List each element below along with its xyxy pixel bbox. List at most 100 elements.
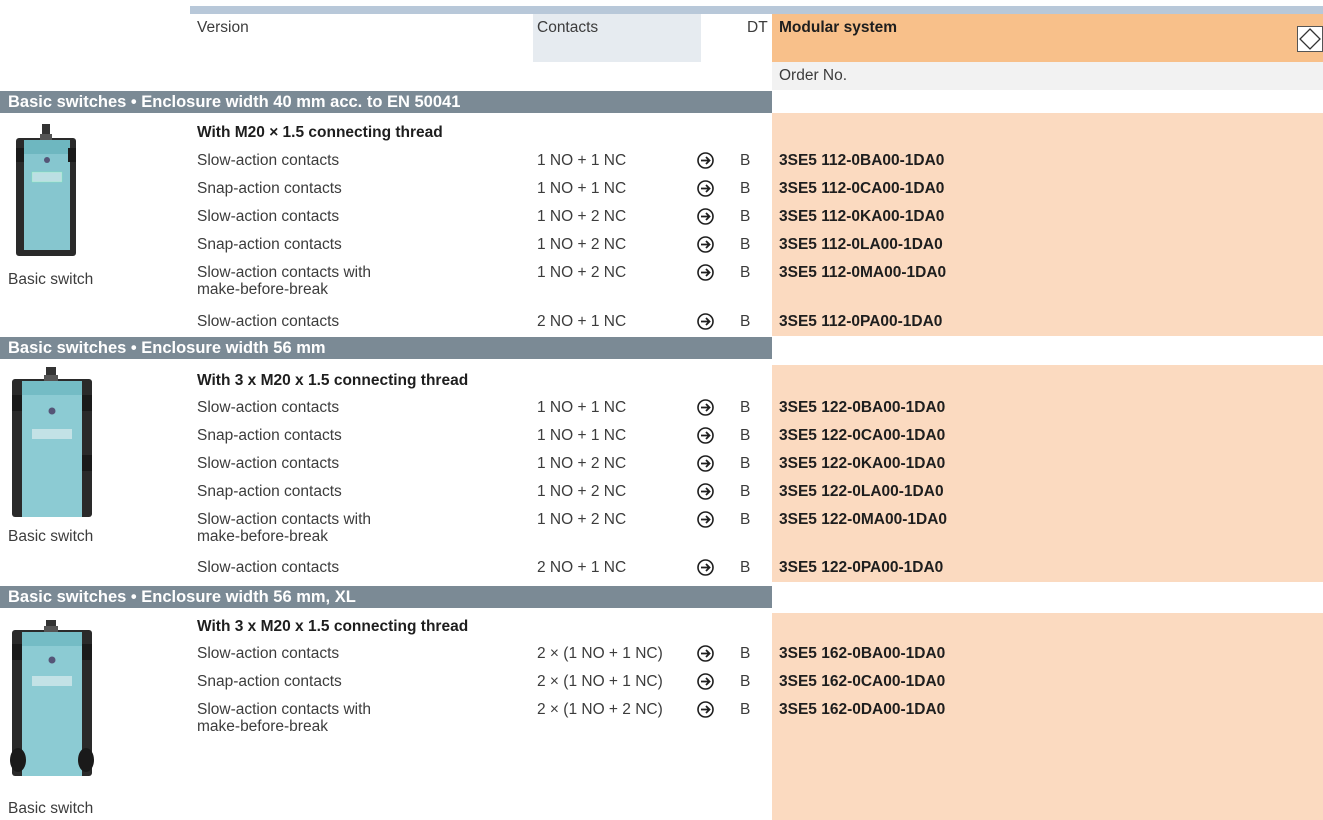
order-number: 3SE5 112-0PA00-1DA0 — [779, 313, 943, 330]
image-caption: Basic switch — [8, 528, 94, 545]
row-dt: B — [740, 701, 751, 718]
row-contacts: 2 × (1 NO + 2 NC) — [537, 701, 663, 718]
row-version: Snap-action contacts — [197, 483, 342, 500]
order-number: 3SE5 122-0KA00-1DA0 — [779, 455, 946, 472]
section-title-spacer — [772, 586, 1323, 608]
row-contacts: 1 NO + 2 NC — [537, 264, 627, 281]
image-caption: Basic switch — [8, 271, 94, 288]
order-no-column-header: Order No. — [779, 67, 848, 84]
arrow-right-icon — [697, 645, 714, 662]
order-number: 3SE5 112-0BA00-1DA0 — [779, 152, 945, 169]
order-number: 3SE5 122-0MA00-1DA0 — [779, 511, 948, 528]
row-contacts: 2 NO + 1 NC — [537, 559, 627, 576]
row-contacts: 2 × (1 NO + 1 NC) — [537, 673, 663, 690]
row-version: Snap-action contacts — [197, 236, 342, 253]
row-dt: B — [740, 399, 751, 416]
row-dt: B — [740, 483, 751, 500]
row-dt: B — [740, 559, 751, 576]
arrow-right-icon — [697, 313, 714, 330]
row-dt: B — [740, 236, 751, 253]
arrow-right-icon — [697, 236, 714, 253]
row-version: Slow-action contacts — [197, 208, 340, 225]
row-dt: B — [740, 180, 751, 197]
arrow-right-icon — [697, 427, 714, 444]
subsection-heading: With 3 x M20 x 1.5 connecting thread — [197, 618, 469, 635]
row-dt: B — [740, 264, 751, 281]
row-contacts: 1 NO + 1 NC — [537, 427, 627, 444]
order-number: 3SE5 112-0KA00-1DA0 — [779, 208, 945, 225]
order-number: 3SE5 122-0PA00-1DA0 — [779, 559, 944, 576]
order-no-header-bg — [772, 62, 1323, 90]
row-contacts: 1 NO + 1 NC — [537, 152, 627, 169]
dt-column-header: DT — [747, 19, 768, 36]
order-number: 3SE5 162-0CA00-1DA0 — [779, 673, 946, 690]
modular-system-title: Modular system — [779, 19, 898, 36]
row-contacts: 1 NO + 2 NC — [537, 483, 627, 500]
row-dt: B — [740, 152, 751, 169]
order-number: 3SE5 122-0LA00-1DA0 — [779, 483, 944, 500]
order-number: 3SE5 162-0DA00-1DA0 — [779, 701, 946, 718]
row-dt: B — [740, 511, 751, 528]
row-contacts: 1 NO + 1 NC — [537, 180, 627, 197]
product-image-basic-switch-56mm-xl — [10, 618, 94, 781]
image-caption: Basic switch — [8, 800, 94, 817]
header-top-bar — [190, 6, 1323, 14]
section-title-spacer — [772, 91, 1323, 113]
row-version: Slow-action contacts — [197, 313, 340, 330]
row-dt: B — [740, 427, 751, 444]
row-version: Slow-action contacts — [197, 152, 340, 169]
diamond-arrows-icon — [1297, 26, 1323, 52]
order-number: 3SE5 122-0CA00-1DA0 — [779, 427, 946, 444]
row-contacts: 1 NO + 1 NC — [537, 399, 627, 416]
row-contacts: 1 NO + 2 NC — [537, 511, 627, 528]
order-number: 3SE5 112-0CA00-1DA0 — [779, 180, 945, 197]
row-version: Snap-action contacts — [197, 180, 342, 197]
row-version: Snap-action contacts — [197, 673, 342, 690]
row-version: Slow-action contacts — [197, 645, 340, 662]
order-number: 3SE5 122-0BA00-1DA0 — [779, 399, 946, 416]
order-number: 3SE5 112-0LA00-1DA0 — [779, 236, 943, 253]
row-version: Slow-action contacts — [197, 455, 340, 472]
contacts-column-header: Contacts — [537, 19, 599, 36]
row-version: Slow-action contacts with — [197, 701, 372, 718]
arrow-right-icon — [697, 511, 714, 528]
arrow-right-icon — [697, 701, 714, 718]
arrow-right-icon — [697, 180, 714, 197]
subsection-heading: With 3 x M20 x 1.5 connecting thread — [197, 372, 469, 389]
row-version: Slow-action contacts — [197, 399, 340, 416]
row-version-line2: make-before-break — [197, 528, 328, 545]
row-version: Slow-action contacts with — [197, 264, 372, 281]
product-image-basic-switch-56mm — [10, 365, 94, 522]
version-column-header: Version — [197, 19, 249, 36]
row-version-line2: make-before-break — [197, 718, 328, 735]
row-dt: B — [740, 455, 751, 472]
row-version: Snap-action contacts — [197, 427, 342, 444]
section-title-bar: Basic switches • Enclosure width 56 mm — [0, 337, 772, 359]
arrow-right-icon — [697, 483, 714, 500]
product-image-basic-switch-40mm — [14, 120, 78, 261]
row-contacts: 1 NO + 2 NC — [537, 455, 627, 472]
arrow-right-icon — [697, 152, 714, 169]
row-dt: B — [740, 313, 751, 330]
section-title-bar: Basic switches • Enclosure width 40 mm a… — [0, 91, 772, 113]
subsection-heading: With M20 × 1.5 connecting thread — [197, 124, 443, 141]
row-contacts: 1 NO + 2 NC — [537, 236, 627, 253]
row-dt: B — [740, 673, 751, 690]
row-version: Slow-action contacts — [197, 559, 340, 576]
row-version: Slow-action contacts with — [197, 511, 372, 528]
arrow-right-icon — [697, 264, 714, 281]
section-title-spacer — [772, 337, 1323, 359]
row-contacts: 2 × (1 NO + 1 NC) — [537, 645, 663, 662]
arrow-right-icon — [697, 399, 714, 416]
arrow-right-icon — [697, 455, 714, 472]
row-dt: B — [740, 645, 751, 662]
arrow-right-icon — [697, 208, 714, 225]
row-version-line2: make-before-break — [197, 281, 328, 298]
order-number: 3SE5 112-0MA00-1DA0 — [779, 264, 947, 281]
section-title-bar: Basic switches • Enclosure width 56 mm, … — [0, 586, 772, 608]
row-contacts: 1 NO + 2 NC — [537, 208, 627, 225]
order-number: 3SE5 162-0BA00-1DA0 — [779, 645, 946, 662]
row-dt: B — [740, 208, 751, 225]
arrow-right-icon — [697, 673, 714, 690]
order-number-column-bg — [772, 365, 1323, 582]
